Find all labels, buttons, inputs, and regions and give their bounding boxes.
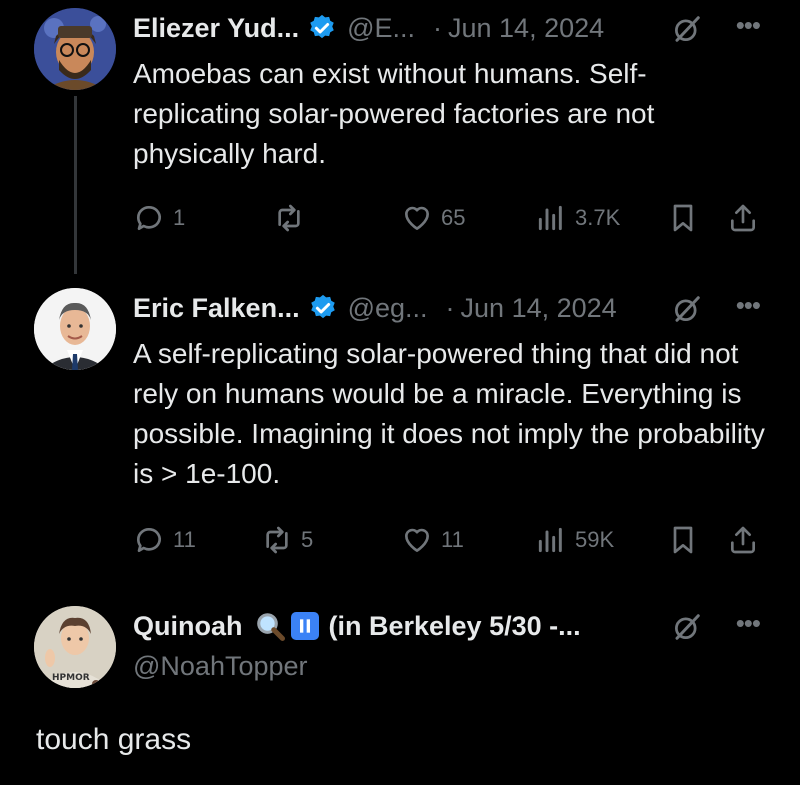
tweet-actions: 1 65 3.7K — [133, 198, 773, 238]
author-handle[interactable]: @eg... — [348, 293, 428, 324]
separator-dot: · — [445, 292, 455, 323]
tweet-eric[interactable]: Eric Falken... @eg... · Jun 14, 2024 •••… — [0, 280, 800, 590]
reply-button[interactable]: 11 — [133, 520, 196, 560]
avatar[interactable] — [34, 8, 116, 90]
tweet-text: touch grass — [36, 723, 192, 756]
separator-dot: · — [433, 12, 442, 43]
tweet-date[interactable]: Jun 14, 2024 — [461, 293, 617, 324]
bookmark-button[interactable] — [667, 198, 707, 238]
views-count: 59K — [575, 527, 615, 552]
reply-count: 1 — [173, 205, 186, 230]
magnifier-emoji-icon — [255, 611, 285, 641]
like-button[interactable]: 11 — [401, 520, 464, 560]
like-count: 11 — [441, 527, 464, 552]
share-button[interactable] — [727, 520, 767, 560]
views-button[interactable]: 3.7K — [535, 198, 620, 238]
pause-emoji-icon — [290, 612, 319, 640]
reply-button[interactable]: 1 — [133, 198, 185, 238]
views-button[interactable]: 59K — [535, 520, 614, 560]
verified-badge-icon — [308, 293, 338, 323]
grok-icon[interactable] — [670, 610, 704, 644]
retweet-button[interactable] — [273, 198, 313, 238]
retweet-button[interactable]: 5 — [261, 520, 313, 560]
share-button[interactable] — [727, 198, 767, 238]
tweet-text: A self-replicating solar-powered thing t… — [133, 338, 765, 489]
tweet-text: Amoebas can exist without humans. Self-r… — [133, 58, 655, 169]
author-handle[interactable]: @NoahTopper — [133, 651, 308, 682]
tweet-date[interactable]: Jun 14, 2024 — [448, 13, 604, 44]
reply-count: 11 — [173, 527, 196, 552]
bookmark-button[interactable] — [667, 520, 707, 560]
author-handle[interactable]: @E... — [347, 13, 415, 44]
more-icon[interactable]: ••• — [736, 10, 761, 41]
author-name-suffix[interactable]: (in Berkeley 5/30 -... — [329, 611, 581, 642]
grok-icon[interactable] — [670, 292, 704, 326]
more-icon[interactable]: ••• — [736, 290, 761, 321]
tweet-eliezer[interactable]: Eliezer Yud... @E... · Jun 14, 2024 ••• … — [0, 0, 800, 280]
avatar[interactable] — [34, 288, 116, 370]
tweet-quinoah[interactable]: HPMOR Quinoah (in Berkeley 5/30 -... •••… — [0, 590, 800, 785]
verified-badge-icon — [307, 13, 337, 43]
more-icon[interactable]: ••• — [736, 608, 761, 639]
views-count: 3.7K — [575, 205, 621, 230]
tweet-actions: 11 5 11 59K — [133, 520, 773, 560]
grok-icon[interactable] — [670, 12, 704, 46]
like-count: 65 — [441, 205, 466, 230]
like-button[interactable]: 65 — [401, 198, 465, 238]
author-name[interactable]: Eric Falken... — [133, 293, 300, 324]
author-name[interactable]: Eliezer Yud... — [133, 13, 299, 44]
shirt-text: HPMOR — [52, 673, 90, 683]
retweet-count: 5 — [301, 527, 314, 552]
avatar[interactable]: HPMOR — [34, 606, 116, 688]
author-name[interactable]: Quinoah — [133, 611, 243, 642]
